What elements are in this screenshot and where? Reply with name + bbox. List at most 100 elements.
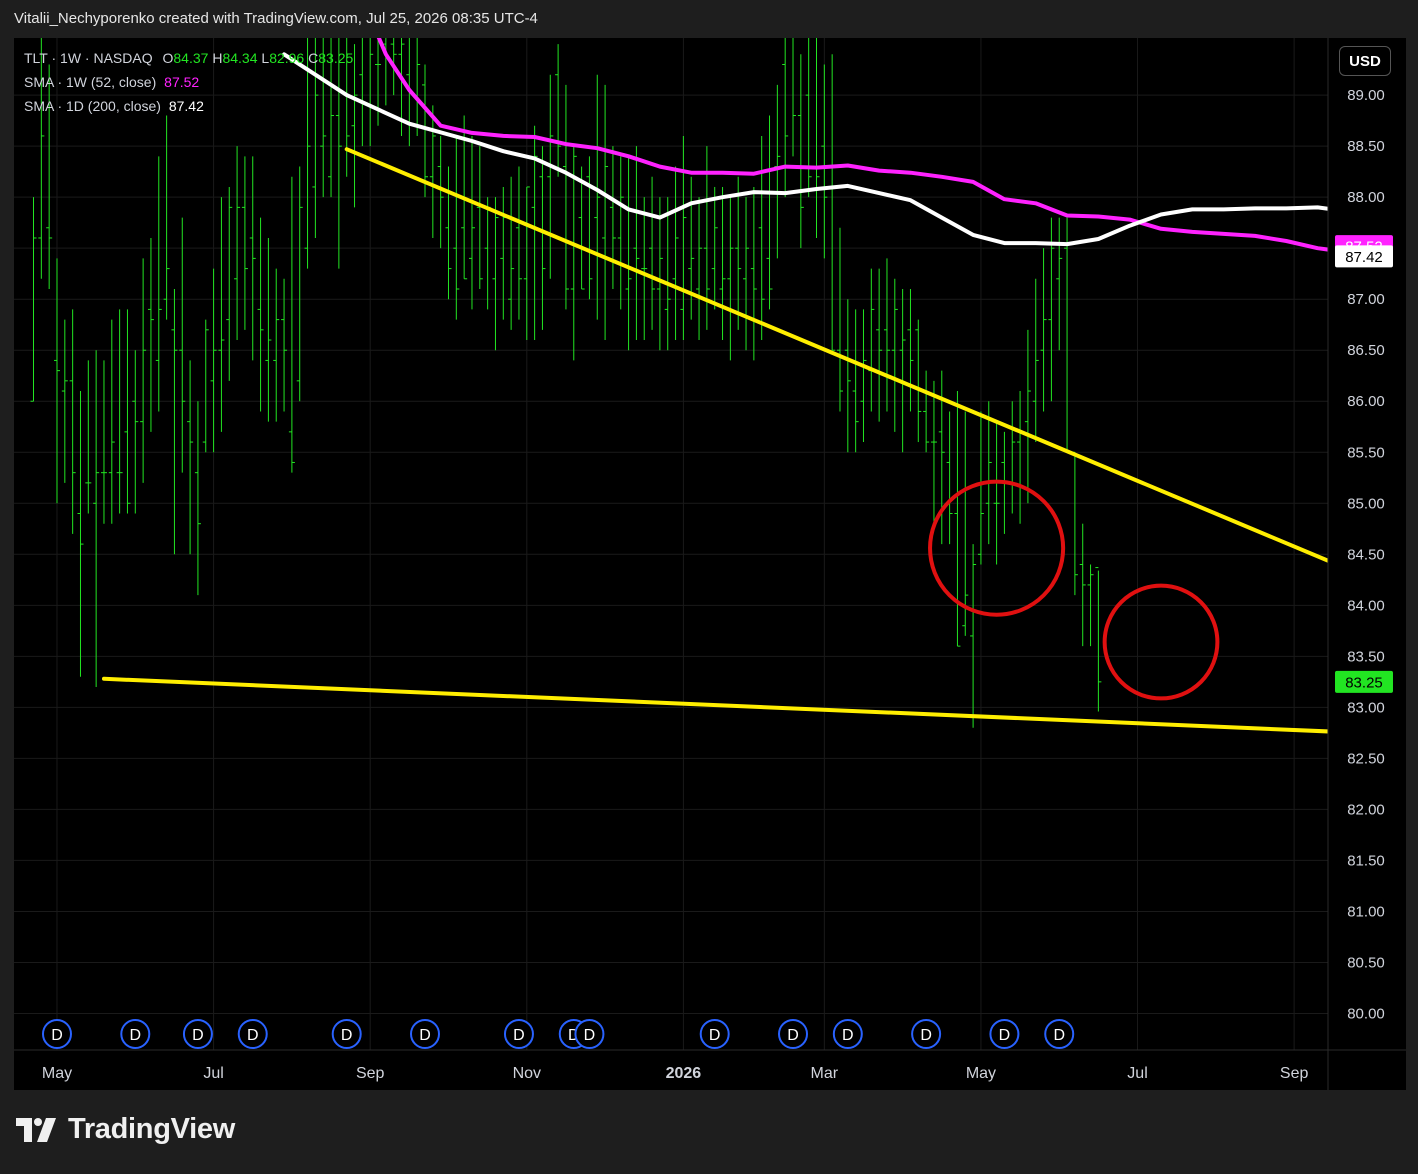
ohlc-bar (147, 237, 154, 432)
ohlc-bar (218, 197, 225, 432)
ohlc-bar (241, 156, 248, 330)
sma52-line (376, 38, 1328, 252)
ohlc-bar (140, 258, 147, 483)
ohlc-bar (1032, 278, 1039, 443)
y-tick-label: 80.00 (1347, 1005, 1385, 1022)
highlight-circle (1102, 583, 1220, 701)
dividend-marker-label: D (247, 1027, 259, 1044)
x-tick-label: Jul (203, 1065, 223, 1082)
ohlc-bar (923, 370, 930, 453)
ohlc-bar (797, 54, 804, 249)
y-tick-label: 87.00 (1347, 291, 1385, 308)
ohlc-bar (805, 38, 812, 198)
price-chart[interactable]: D D D D D D D D D D D D D D D80.0080.5081.0081.5082.00… (14, 38, 1406, 1090)
ohlc-bar (539, 146, 546, 330)
ohlc-legend: TLT · 1W · NASDAQ O84.37 H84.34 L82.96 C… (24, 50, 353, 66)
high-label: H (212, 50, 223, 66)
x-tick-label: Sep (1280, 1065, 1309, 1082)
y-tick-label: 81.50 (1347, 852, 1385, 869)
ohlc-bar (1024, 329, 1031, 504)
ohlc-bar (555, 44, 562, 177)
dividend-marker-label: D (513, 1027, 525, 1044)
ohlc-bar (774, 84, 781, 259)
ohlc-bar (53, 258, 60, 504)
y-tick-label: 84.50 (1347, 546, 1385, 563)
tradingview-logo-icon (16, 1117, 56, 1142)
ohlc-bar (633, 146, 640, 341)
ohlc-bar (766, 115, 773, 310)
y-tick-label: 83.00 (1347, 699, 1385, 716)
y-tick-label: 88.00 (1347, 189, 1385, 206)
ohlc-bar (351, 44, 358, 208)
ohlc-bar (962, 411, 969, 636)
y-tick-label: 85.00 (1347, 495, 1385, 512)
chart-area[interactable]: D D D D D D D D D D D D D D D 80.00 80.50 81.00 81.50 82.00… (14, 38, 1406, 1090)
ohlc-bar (664, 197, 671, 351)
ohlc-bar (792, 38, 797, 157)
ohlc-bar (476, 146, 483, 289)
close-label: C (308, 50, 319, 66)
ohlc-bar (836, 227, 843, 412)
dividend-marker-label: D (341, 1027, 353, 1044)
y-tick-label: 84.00 (1347, 597, 1385, 614)
descending-trendline (344, 147, 1328, 563)
support-trendline (101, 676, 1328, 734)
y-tick-label: 86.50 (1347, 342, 1385, 359)
x-tick-label: May (966, 1065, 996, 1082)
dividend-marker-label: D (787, 1027, 799, 1044)
ohlc-bar (578, 166, 585, 290)
dividend-marker-label: D (419, 1027, 431, 1044)
ohlc-bar (77, 391, 84, 677)
price-tag-label: 83.25 (1345, 674, 1383, 691)
ohlc-bar (915, 319, 922, 443)
ohlc-bar (649, 176, 656, 330)
ohlc-bar (946, 411, 953, 545)
dividend-marker-label: D (920, 1027, 932, 1044)
ohlc-bar (359, 38, 363, 147)
ohlc-bar (453, 135, 460, 320)
y-tick-label: 86.00 (1347, 393, 1385, 410)
ohlc-bar (609, 146, 616, 289)
ohlc-bar (288, 176, 295, 473)
ohlc-bar (85, 360, 92, 514)
ohlc-bar (69, 309, 76, 534)
ohlc-bar (625, 156, 632, 351)
ohlc-bar (508, 176, 515, 330)
sma52-label: SMA · 1W (52, close) (24, 74, 157, 90)
ohlc-bar (116, 309, 123, 514)
ohlc-bar (876, 268, 883, 422)
ohlc-bar (852, 309, 859, 453)
ohlc-bar (369, 38, 374, 147)
y-tick-label: 88.50 (1347, 138, 1385, 155)
y-tick-label: 85.50 (1347, 444, 1385, 461)
sma200-line (282, 52, 1328, 247)
dividend-marker-label: D (584, 1027, 596, 1044)
ohlc-bar (680, 135, 687, 341)
sma200-legend[interactable]: SMA · 1D (200, close) 87.42 (24, 98, 204, 114)
ohlc-bar (860, 309, 867, 443)
ohlc-bar (437, 135, 444, 249)
ohlc-bar (617, 156, 624, 310)
tradingview-logo[interactable]: TradingView (16, 1113, 235, 1146)
ohlc-bar (656, 197, 663, 351)
close-value: 83.25 (318, 50, 354, 66)
ohlc-bar (1009, 401, 1016, 514)
ohlc-bar (985, 401, 992, 545)
ohlc-bar (727, 197, 734, 361)
sma52-legend[interactable]: SMA · 1W (52, close) 87.52 (24, 74, 199, 90)
ohlc-bar (422, 64, 428, 198)
chart-attribution: Vitalii_Nechyporenko created with Tradin… (14, 10, 538, 27)
ohlc-bar (171, 288, 178, 555)
x-tick-label: May (42, 1065, 72, 1082)
ohlc-bar (312, 38, 319, 238)
dividend-marker-label: D (999, 1027, 1011, 1044)
ohlc-bar (970, 544, 977, 728)
ohlc-bar (954, 391, 961, 647)
currency-button[interactable]: USD (1339, 46, 1391, 76)
ohlc-bar (124, 309, 131, 514)
dividend-marker-label: D (51, 1027, 63, 1044)
dividend-marker-label: D (130, 1027, 142, 1044)
ohlc-bar (429, 105, 436, 238)
ohlc-bar (257, 217, 264, 412)
open-label: O (162, 50, 174, 66)
